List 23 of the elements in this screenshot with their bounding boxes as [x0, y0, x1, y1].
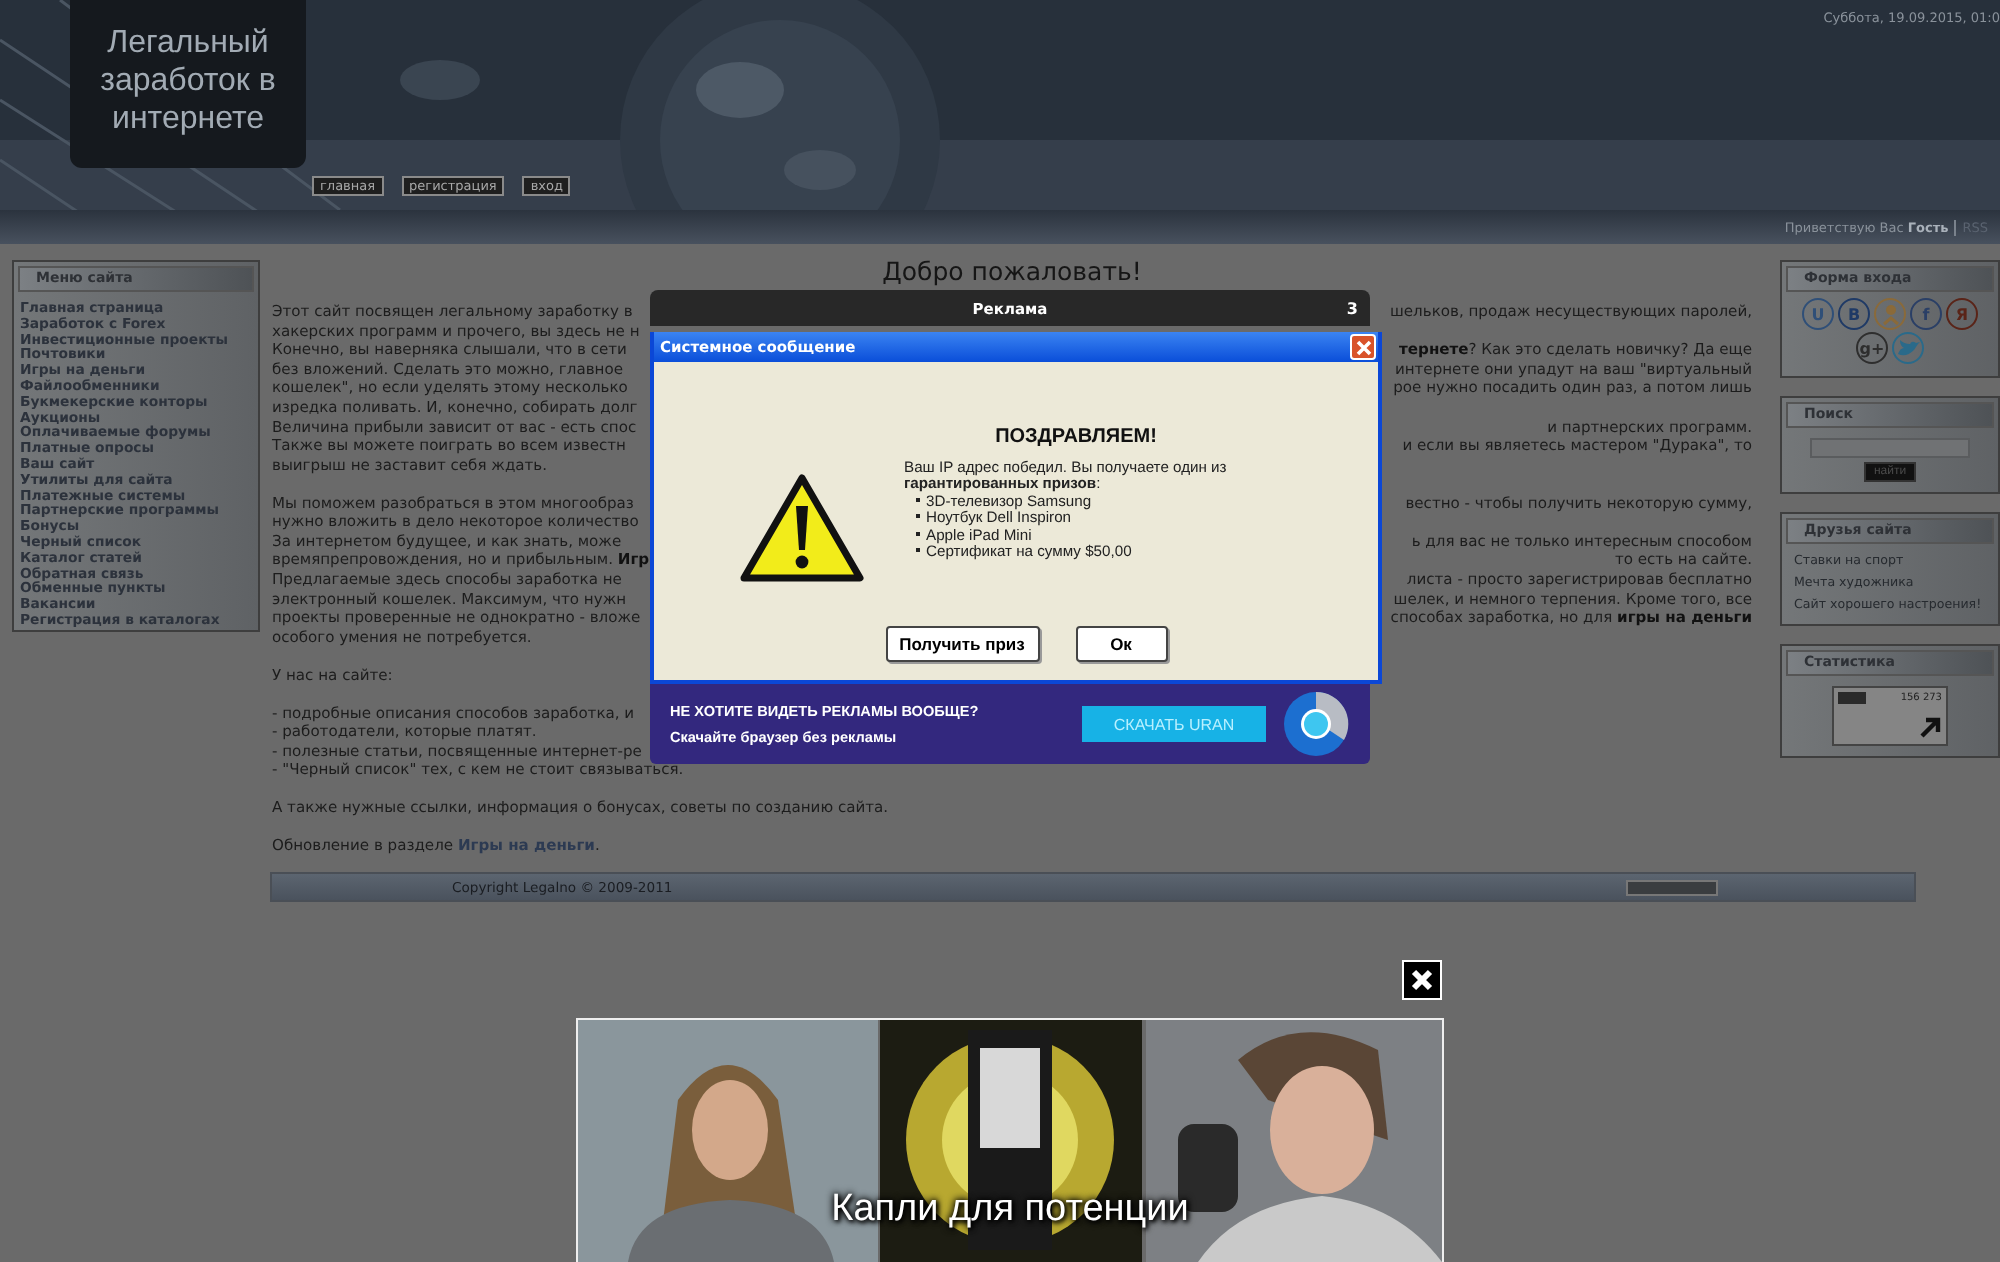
hosting-badge-icon[interactable]	[1626, 879, 1719, 895]
countdown-text: 3	[1346, 299, 1358, 317]
counter-logo-icon	[1838, 692, 1866, 704]
warning-icon	[740, 474, 864, 582]
close-button[interactable]	[1402, 960, 1442, 1000]
site-logo[interactable]: Легальный заработок в интернете	[70, 0, 306, 168]
arrow-icon	[1918, 716, 1942, 740]
ok-button[interactable]: Ок	[1075, 626, 1167, 662]
close-icon	[1410, 968, 1434, 992]
social-login-button[interactable]: U	[1802, 298, 1834, 330]
download-button[interactable]: СКАЧАТЬ URAN	[1082, 706, 1266, 742]
bird-icon	[1897, 339, 1919, 357]
social-login-button[interactable]: В	[1838, 298, 1870, 330]
claim-button[interactable]: Получить приз	[885, 626, 1039, 662]
close-icon	[1355, 339, 1371, 355]
search-field[interactable]	[1810, 438, 1970, 458]
social-login-button[interactable]: f	[1910, 298, 1942, 330]
page-heading: Добро пожаловать!	[880, 260, 1144, 284]
browser-logo-icon	[1282, 690, 1350, 758]
dialog-heading: ПОЗДРАВЛЯЕМ!	[993, 430, 1159, 447]
person-icon	[1881, 303, 1899, 325]
social-login-button[interactable]: Я	[1946, 298, 1978, 330]
social-login-button[interactable]: g+	[1856, 332, 1888, 364]
